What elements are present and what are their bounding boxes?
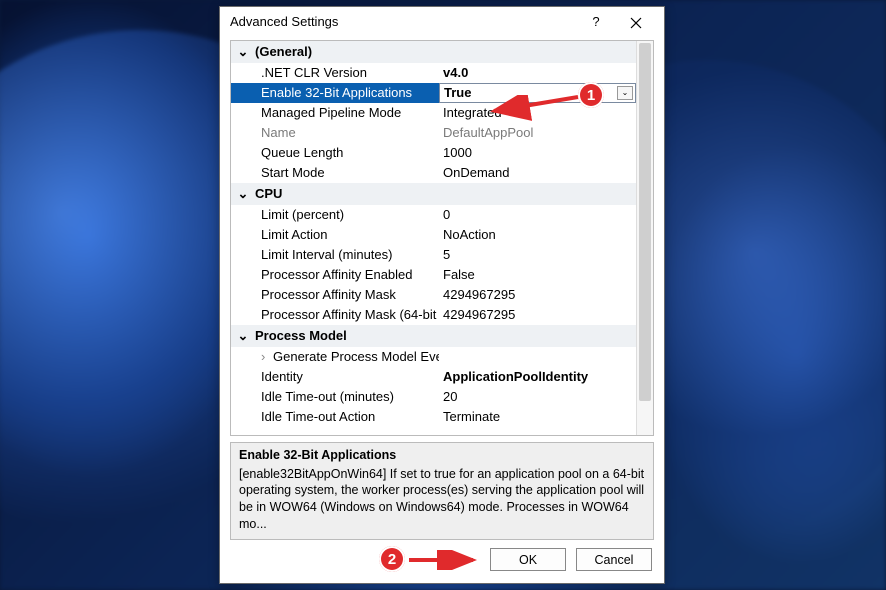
row-idle-timeout-action[interactable]: Idle Time-out Action Terminate (231, 407, 636, 427)
annotation-arrow-1-icon (490, 95, 580, 121)
dropdown-button[interactable]: ⌄ (617, 86, 633, 100)
close-icon (630, 17, 642, 29)
prop-label: Enable 32-Bit Applications (231, 85, 439, 100)
description-title: Enable 32-Bit Applications (239, 447, 645, 464)
titlebar[interactable]: Advanced Settings ? (220, 7, 664, 36)
row-limit-percent[interactable]: Limit (percent) 0 (231, 205, 636, 225)
row-proc-affinity-mask-64[interactable]: Processor Affinity Mask (64-bit o 429496… (231, 305, 636, 325)
prop-label: ›Generate Process Model Event L (231, 349, 439, 364)
annotation-arrow-2-icon (407, 550, 477, 570)
row-limit-interval[interactable]: Limit Interval (minutes) 5 (231, 245, 636, 265)
annotation-badge-2: 2 (379, 546, 405, 572)
row-start-mode[interactable]: Start Mode OnDemand (231, 163, 636, 183)
prop-label: Idle Time-out Action (231, 409, 439, 424)
description-pane: Enable 32-Bit Applications [enable32BitA… (230, 442, 654, 540)
chevron-right-icon: › (261, 349, 273, 364)
prop-value: OnDemand (439, 165, 636, 180)
row-net-clr-version[interactable]: .NET CLR Version v4.0 (231, 63, 636, 83)
prop-label: Processor Affinity Enabled (231, 267, 439, 282)
row-name[interactable]: Name DefaultAppPool (231, 123, 636, 143)
prop-label: Start Mode (231, 165, 439, 180)
help-button[interactable]: ? (576, 14, 616, 29)
prop-label: Identity (231, 369, 439, 384)
dialog-title: Advanced Settings (230, 14, 576, 29)
prop-value: NoAction (439, 227, 636, 242)
row-idle-timeout[interactable]: Idle Time-out (minutes) 20 (231, 387, 636, 407)
prop-label: Processor Affinity Mask (64-bit o (231, 307, 439, 322)
ok-button[interactable]: OK (490, 548, 566, 571)
prop-value: Terminate (439, 409, 636, 424)
prop-value: 4294967295 (439, 307, 636, 322)
category-cpu[interactable]: ⌄ CPU (231, 183, 636, 205)
prop-label: Managed Pipeline Mode (231, 105, 439, 120)
row-proc-affinity-mask[interactable]: Processor Affinity Mask 4294967295 (231, 285, 636, 305)
prop-label: Limit Interval (minutes) (231, 247, 439, 262)
close-button[interactable] (616, 13, 656, 29)
chevron-down-icon: ⌄ (237, 328, 249, 344)
row-limit-action[interactable]: Limit Action NoAction (231, 225, 636, 245)
prop-label: Limit Action (231, 227, 439, 242)
prop-label: Processor Affinity Mask (231, 287, 439, 302)
category-label: CPU (255, 186, 282, 201)
description-body: [enable32BitAppOnWin64] If set to true f… (239, 467, 644, 532)
prop-label: Idle Time-out (minutes) (231, 389, 439, 404)
prop-value: 4294967295 (439, 287, 636, 302)
prop-value: ApplicationPoolIdentity (439, 369, 636, 384)
row-queue-length[interactable]: Queue Length 1000 (231, 143, 636, 163)
prop-label: Queue Length (231, 145, 439, 160)
prop-value: True (444, 85, 471, 100)
annotation-badge-1: 1 (578, 82, 604, 108)
chevron-down-icon: ⌄ (237, 186, 249, 202)
prop-value: v4.0 (439, 65, 636, 80)
category-process-model[interactable]: ⌄ Process Model (231, 325, 636, 347)
chevron-down-icon: ⌄ (237, 44, 249, 60)
chevron-down-icon: ⌄ (622, 88, 629, 97)
prop-value: 1000 (439, 145, 636, 160)
cancel-button[interactable]: Cancel (576, 548, 652, 571)
prop-value: 5 (439, 247, 636, 262)
scrollbar-thumb[interactable] (639, 43, 651, 401)
prop-value: 0 (439, 207, 636, 222)
prop-label: Limit (percent) (231, 207, 439, 222)
row-generate-proc-event[interactable]: ›Generate Process Model Event L (231, 347, 636, 367)
scrollbar[interactable] (636, 41, 653, 435)
prop-value: False (439, 267, 636, 282)
category-label: (General) (255, 44, 312, 59)
category-label: Process Model (255, 328, 347, 343)
row-identity[interactable]: Identity ApplicationPoolIdentity (231, 367, 636, 387)
row-proc-affinity-enabled[interactable]: Processor Affinity Enabled False (231, 265, 636, 285)
category-general[interactable]: ⌄ (General) (231, 41, 636, 63)
prop-value: 20 (439, 389, 636, 404)
prop-label: Name (231, 125, 439, 140)
prop-label: .NET CLR Version (231, 65, 439, 80)
prop-value: DefaultAppPool (439, 125, 636, 140)
